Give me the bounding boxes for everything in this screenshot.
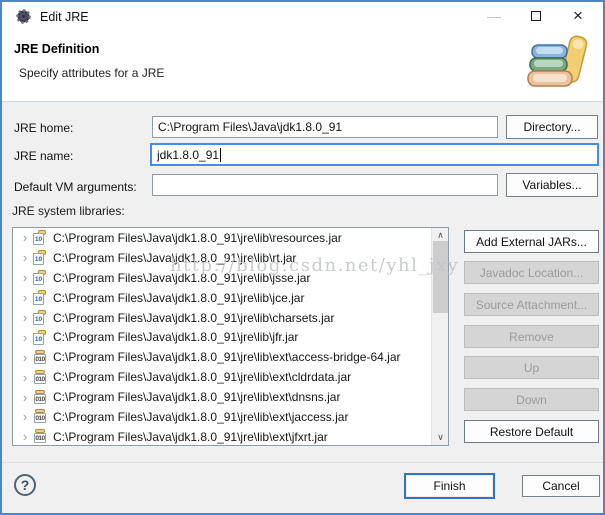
minimize-button[interactable]: — [477, 2, 511, 30]
jar-file-icon: 010 [33, 349, 47, 365]
jar-path-text: C:\Program Files\Java\jdk1.8.0_91\jre\li… [53, 390, 341, 405]
library-list-item[interactable]: › 010 C:\Program Files\Java\jdk1.8.0_91\… [13, 347, 448, 367]
jre-home-input[interactable]: C:\Program Files\Java\jdk1.8.0_91 [152, 116, 498, 138]
library-list[interactable]: › 10 C:\Program Files\Java\jdk1.8.0_91\j… [12, 227, 449, 446]
jar-file-icon: 10 [33, 230, 47, 246]
side-button-remove[interactable]: Remove [464, 325, 599, 348]
scrollbar-thumb[interactable] [433, 241, 448, 313]
library-list-item[interactable]: › 10 C:\Program Files\Java\jdk1.8.0_91\j… [13, 288, 448, 308]
footer-divider [2, 462, 603, 463]
titlebar[interactable]: Edit JRE — × [2, 2, 603, 32]
chevron-right-icon[interactable]: › [19, 331, 31, 344]
directory-button[interactable]: Directory... [506, 115, 598, 139]
chevron-right-icon[interactable]: › [19, 291, 31, 304]
side-button-javadoc-location[interactable]: Javadoc Location... [464, 261, 599, 284]
close-button[interactable]: × [561, 2, 595, 30]
library-list-item[interactable]: › 10 C:\Program Files\Java\jdk1.8.0_91\j… [13, 308, 448, 328]
side-button-restore-default[interactable]: Restore Default [464, 420, 599, 443]
scroll-down-icon[interactable]: ∨ [432, 430, 448, 445]
maximize-button[interactable] [519, 2, 553, 30]
jar-path-text: C:\Program Files\Java\jdk1.8.0_91\jre\li… [53, 310, 335, 325]
maximize-icon [531, 11, 541, 21]
close-icon: × [573, 6, 583, 25]
jar-file-icon: 010 [33, 429, 47, 444]
jre-name-value: jdk1.8.0_91 [157, 147, 220, 162]
chevron-right-icon[interactable]: › [19, 430, 31, 443]
side-button-up[interactable]: Up [464, 356, 599, 379]
jar-file-icon: 10 [33, 270, 47, 286]
jar-path-text: C:\Program Files\Java\jdk1.8.0_91\jre\li… [53, 370, 352, 385]
jar-file-icon: 10 [33, 290, 47, 306]
app-gear-icon [16, 9, 31, 24]
side-button-source-attachment[interactable]: Source Attachment... [464, 293, 599, 316]
side-button-down[interactable]: Down [464, 388, 599, 411]
jar-path-text: C:\Program Files\Java\jdk1.8.0_91\jre\li… [53, 290, 305, 305]
cancel-button[interactable]: Cancel [522, 475, 600, 497]
library-list-item[interactable]: › 010 C:\Program Files\Java\jdk1.8.0_91\… [13, 407, 448, 427]
minimize-icon: — [487, 8, 501, 24]
jar-path-text: C:\Program Files\Java\jdk1.8.0_91\jre\li… [53, 429, 328, 444]
jar-file-icon: 010 [33, 389, 47, 405]
help-button[interactable]: ? [14, 474, 36, 496]
library-list-item[interactable]: › 010 C:\Program Files\Java\jdk1.8.0_91\… [13, 367, 448, 387]
library-list-item[interactable]: › 10 C:\Program Files\Java\jdk1.8.0_91\j… [13, 327, 448, 347]
page-title: JRE Definition [14, 42, 100, 56]
variables-button[interactable]: Variables... [506, 173, 598, 197]
jar-file-icon: 10 [33, 329, 47, 345]
jar-path-text: C:\Program Files\Java\jdk1.8.0_91\jre\li… [53, 409, 349, 424]
library-list-item[interactable]: › 10 C:\Program Files\Java\jdk1.8.0_91\j… [13, 268, 448, 288]
page-subtitle: Specify attributes for a JRE [19, 66, 165, 80]
library-list-item[interactable]: › 10 C:\Program Files\Java\jdk1.8.0_91\j… [13, 228, 448, 248]
system-libraries-label: JRE system libraries: [12, 204, 125, 218]
jar-path-text: C:\Program Files\Java\jdk1.8.0_91\jre\li… [53, 270, 311, 285]
jre-name-label: JRE name: [14, 149, 74, 163]
jre-home-label: JRE home: [14, 121, 74, 135]
vm-arguments-label: Default VM arguments: [14, 180, 137, 194]
jar-file-icon: 10 [33, 310, 47, 325]
jar-path-text: C:\Program Files\Java\jdk1.8.0_91\jre\li… [53, 350, 401, 365]
window-title: Edit JRE [40, 10, 89, 24]
finish-button[interactable]: Finish [404, 473, 495, 499]
jar-file-icon: 010 [33, 369, 47, 385]
header-banner: JRE Definition Specify attributes for a … [2, 32, 603, 102]
library-list-item[interactable]: › 010 C:\Program Files\Java\jdk1.8.0_91\… [13, 427, 448, 445]
jar-path-text: C:\Program Files\Java\jdk1.8.0_91\jre\li… [53, 330, 299, 345]
chevron-right-icon[interactable]: › [19, 391, 31, 404]
text-caret [220, 147, 222, 162]
jre-name-input[interactable]: jdk1.8.0_91 [150, 143, 599, 166]
edit-jre-dialog: Edit JRE — × JRE Definition Specify attr… [0, 0, 605, 515]
chevron-right-icon[interactable]: › [19, 231, 31, 244]
jre-library-books-icon [527, 35, 588, 87]
jar-file-icon: 10 [33, 250, 47, 266]
chevron-right-icon[interactable]: › [19, 271, 31, 284]
jar-path-text: C:\Program Files\Java\jdk1.8.0_91\jre\li… [53, 230, 342, 245]
jar-file-icon: 010 [33, 409, 47, 424]
chevron-right-icon[interactable]: › [19, 351, 31, 364]
library-rows: › 10 C:\Program Files\Java\jdk1.8.0_91\j… [13, 228, 448, 445]
chevron-right-icon[interactable]: › [19, 371, 31, 384]
vertical-scrollbar[interactable]: ∧ ∨ [431, 228, 448, 445]
library-list-item[interactable]: › 10 C:\Program Files\Java\jdk1.8.0_91\j… [13, 248, 448, 268]
chevron-right-icon[interactable]: › [19, 251, 31, 264]
jar-path-text: C:\Program Files\Java\jdk1.8.0_91\jre\li… [53, 250, 297, 265]
chevron-right-icon[interactable]: › [19, 410, 31, 423]
chevron-right-icon[interactable]: › [19, 311, 31, 324]
jre-home-value: C:\Program Files\Java\jdk1.8.0_91 [158, 120, 343, 134]
side-button-add-external-jars[interactable]: Add External JARs... [464, 230, 599, 253]
library-list-item[interactable]: › 010 C:\Program Files\Java\jdk1.8.0_91\… [13, 387, 448, 407]
vm-arguments-input[interactable] [152, 174, 498, 196]
